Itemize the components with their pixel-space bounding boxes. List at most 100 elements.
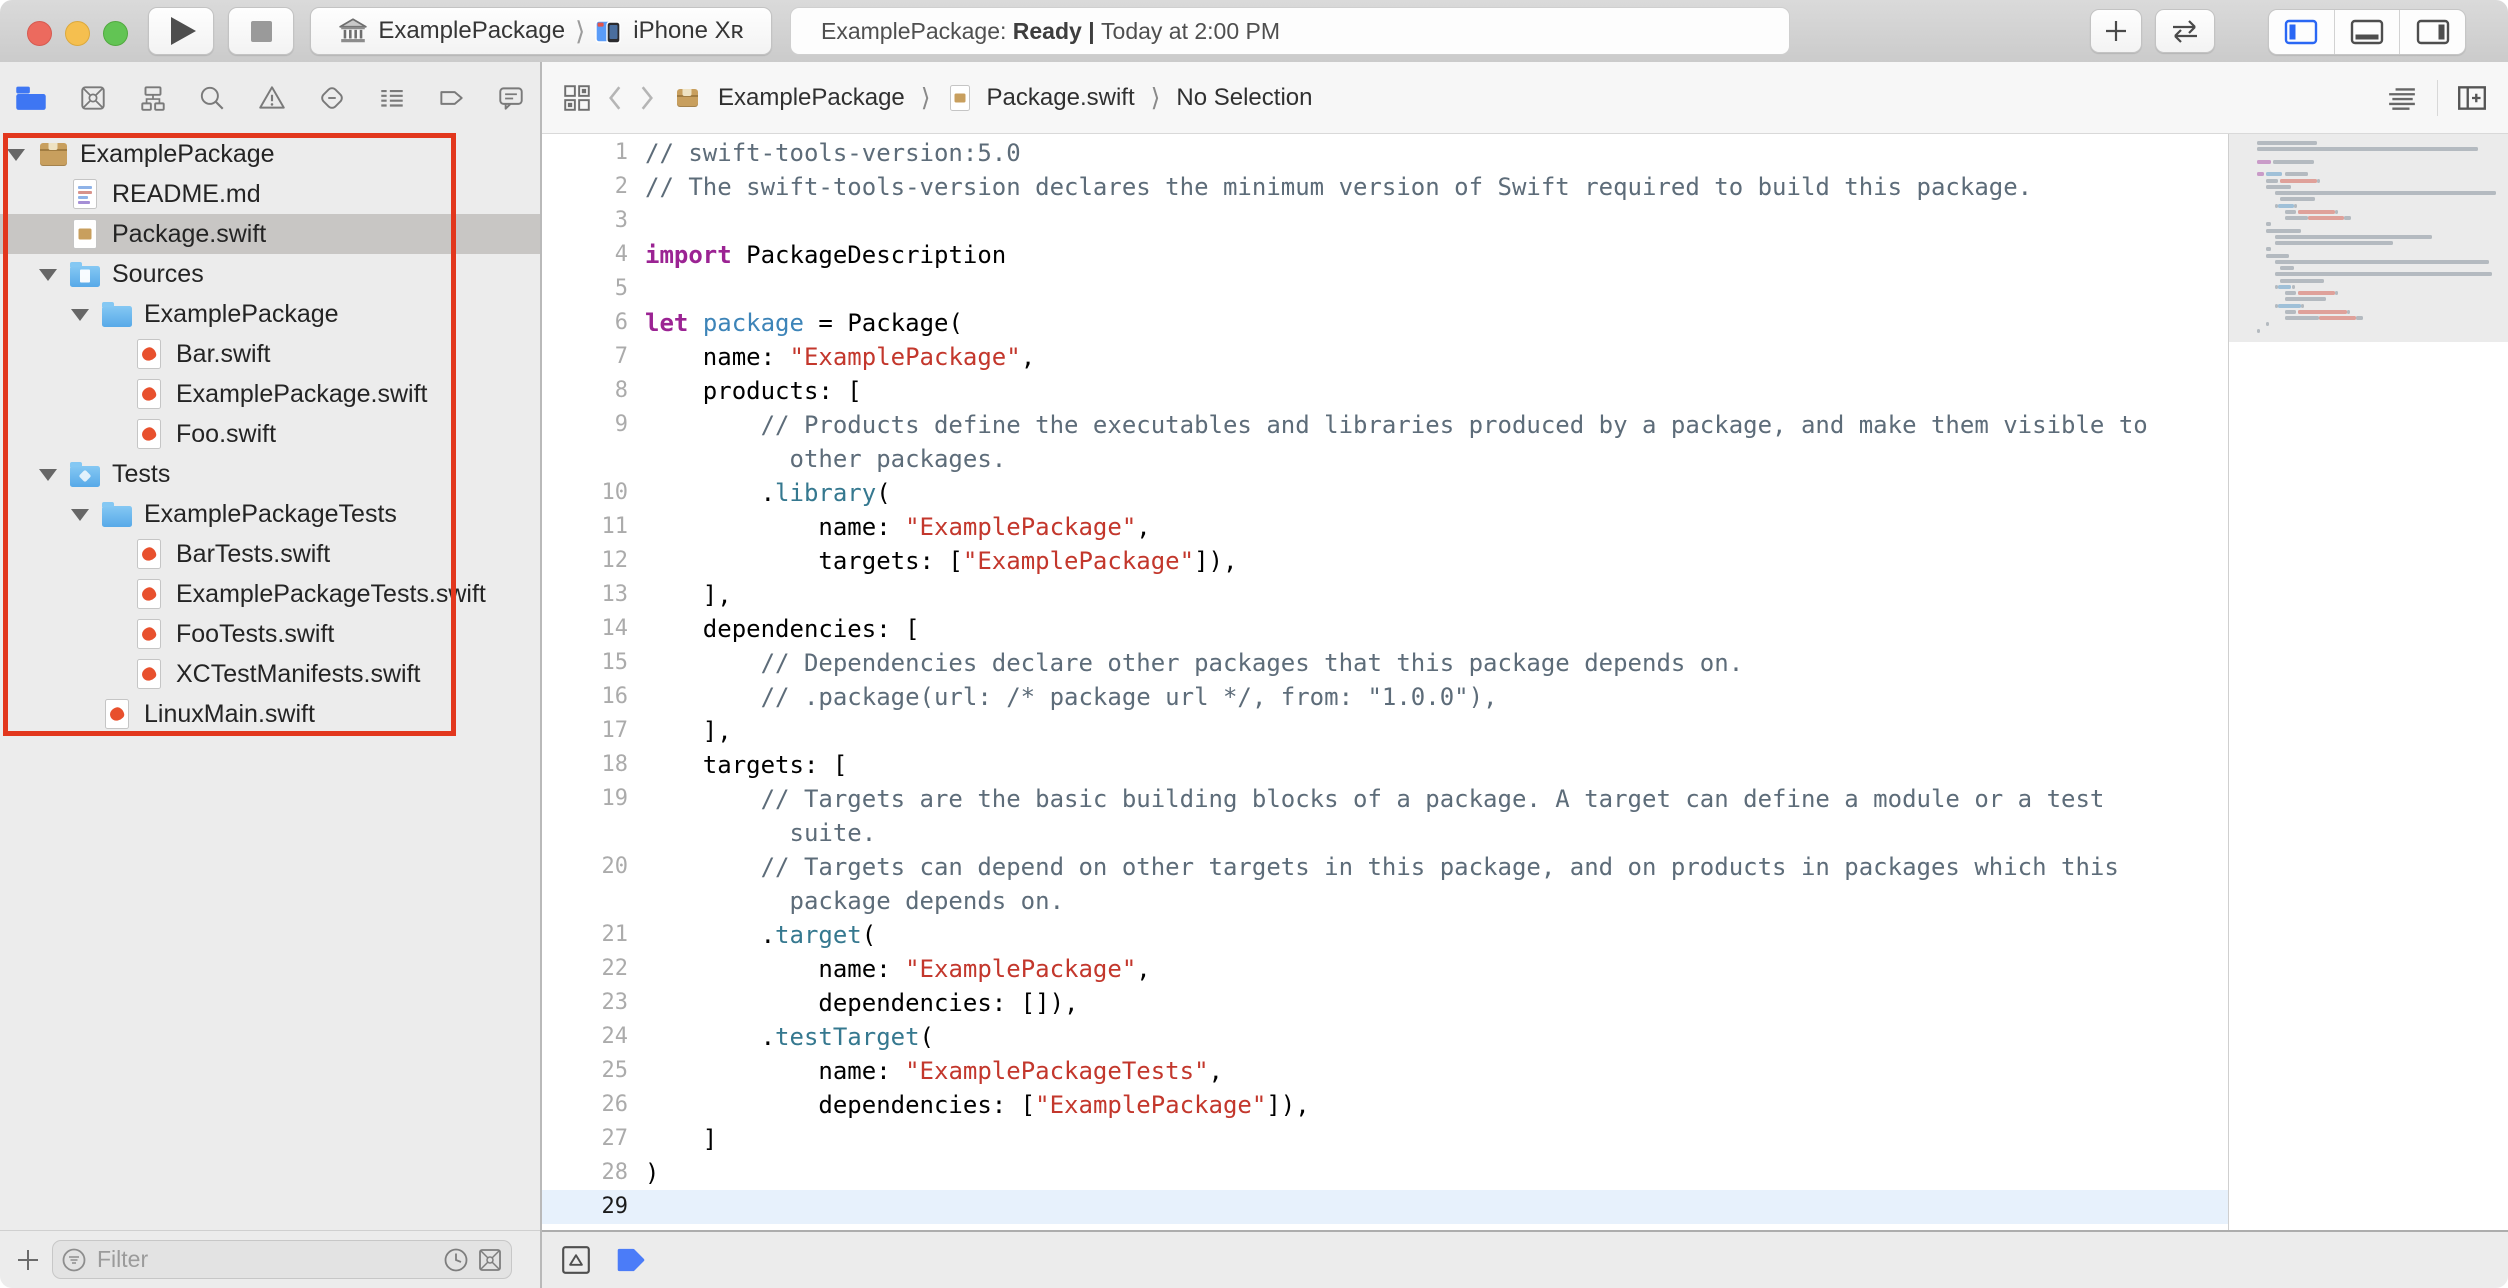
code-line[interactable]: package depends on. xyxy=(542,884,2228,918)
breadcrumb-file[interactable]: Package.swift xyxy=(987,84,1135,112)
tree-row[interactable]: ExamplePackage.swift xyxy=(0,374,540,414)
stop-button[interactable] xyxy=(228,7,294,55)
line-number[interactable]: 1 xyxy=(542,136,628,170)
code-line[interactable]: 21 .target( xyxy=(542,918,2228,952)
line-number[interactable]: 8 xyxy=(542,374,628,408)
disclosure-triangle[interactable] xyxy=(71,309,89,321)
line-number[interactable]: 21 xyxy=(542,918,628,952)
code-line[interactable]: 10 .library( xyxy=(542,476,2228,510)
tree-row[interactable]: ExamplePackageTests.swift xyxy=(0,574,540,614)
breadcrumb-selection[interactable]: No Selection xyxy=(1176,84,1312,112)
line-number[interactable]: 27 xyxy=(542,1122,628,1156)
test-navigator-tab[interactable] xyxy=(317,83,347,113)
code-line[interactable]: 4import PackageDescription xyxy=(542,238,2228,272)
line-number[interactable]: 10 xyxy=(542,476,628,510)
code-line[interactable]: 9 // Products define the executables and… xyxy=(542,408,2228,442)
line-number[interactable]: 5 xyxy=(542,272,628,306)
breadcrumb-project[interactable]: ExamplePackage xyxy=(718,84,905,112)
disclosure-triangle[interactable] xyxy=(71,509,89,521)
go-back-button[interactable] xyxy=(606,84,624,112)
line-number[interactable]: 18 xyxy=(542,748,628,782)
tree-row[interactable]: Sources xyxy=(0,254,540,294)
minimize-window-button[interactable] xyxy=(65,21,90,46)
code-line[interactable]: 11 name: "ExamplePackage", xyxy=(542,510,2228,544)
adjust-editor-options-button[interactable] xyxy=(2385,83,2419,113)
code-line[interactable]: 13 ], xyxy=(542,578,2228,612)
code-line[interactable]: 24 .testTarget( xyxy=(542,1020,2228,1054)
code-line[interactable]: 17 ], xyxy=(542,714,2228,748)
tree-row[interactable]: XCTestManifests.swift xyxy=(0,654,540,694)
line-number[interactable]: 9 xyxy=(542,408,628,442)
tree-row[interactable]: LinuxMain.swift xyxy=(0,694,540,734)
line-number[interactable]: 14 xyxy=(542,612,628,646)
code-line[interactable]: 27 ] xyxy=(542,1122,2228,1156)
code-line[interactable]: 28) xyxy=(542,1156,2228,1190)
code-line[interactable]: 14 dependencies: [ xyxy=(542,612,2228,646)
tree-row[interactable]: Tests xyxy=(0,454,540,494)
line-number[interactable]: 7 xyxy=(542,340,628,374)
code-line[interactable]: 3 xyxy=(542,204,2228,238)
issue-navigator-tab[interactable] xyxy=(257,83,287,113)
line-number[interactable]: 28 xyxy=(542,1156,628,1190)
code-line[interactable]: 23 dependencies: []), xyxy=(542,986,2228,1020)
tree-row[interactable]: ExamplePackageTests xyxy=(0,494,540,534)
disclosure-triangle[interactable] xyxy=(39,469,57,481)
code-line[interactable]: 20 // Targets can depend on other target… xyxy=(542,850,2228,884)
line-number[interactable]: 17 xyxy=(542,714,628,748)
minimap[interactable] xyxy=(2229,134,2508,1230)
line-number[interactable]: 20 xyxy=(542,850,628,884)
line-number[interactable]: 16 xyxy=(542,680,628,714)
code-line[interactable]: 18 targets: [ xyxy=(542,748,2228,782)
line-number[interactable]: 26 xyxy=(542,1088,628,1122)
code-line[interactable]: 12 targets: ["ExamplePackage"]), xyxy=(542,544,2228,578)
line-number[interactable]: 3 xyxy=(542,204,628,238)
recent-files-clock-icon[interactable] xyxy=(443,1247,469,1273)
report-navigator-tab[interactable] xyxy=(496,83,526,113)
code-line[interactable]: 29 xyxy=(542,1190,2228,1224)
code-line[interactable]: 6let package = Package( xyxy=(542,306,2228,340)
close-window-button[interactable] xyxy=(27,21,52,46)
code-line[interactable]: 2// The swift-tools-version declares the… xyxy=(542,170,2228,204)
filter-field[interactable] xyxy=(52,1240,512,1279)
disclosure-triangle[interactable] xyxy=(39,269,57,281)
breakpoints-toggle-button[interactable] xyxy=(614,1245,648,1275)
code-line[interactable]: 5 xyxy=(542,272,2228,306)
tree-row[interactable]: README.md xyxy=(0,174,540,214)
run-button[interactable] xyxy=(148,7,214,55)
line-number[interactable]: 15 xyxy=(542,646,628,680)
tree-row[interactable]: ExamplePackage xyxy=(0,134,540,174)
filter-input[interactable] xyxy=(95,1245,435,1274)
code-line[interactable]: 25 name: "ExamplePackageTests", xyxy=(542,1054,2228,1088)
line-number[interactable]: 2 xyxy=(542,170,628,204)
code-line[interactable]: 7 name: "ExamplePackage", xyxy=(542,340,2228,374)
toggle-inspector-panel-button[interactable] xyxy=(2399,10,2465,54)
line-number[interactable]: 25 xyxy=(542,1054,628,1088)
source-editor[interactable]: 1// swift-tools-version:5.02// The swift… xyxy=(542,134,2228,1230)
line-number[interactable]: 19 xyxy=(542,782,628,816)
scheme-selector[interactable]: ExamplePackage ⟩ iPhone Xʀ xyxy=(310,7,772,55)
line-number[interactable]: 12 xyxy=(542,544,628,578)
code-line[interactable]: 19 // Targets are the basic building blo… xyxy=(542,782,2228,816)
related-items-button[interactable] xyxy=(562,83,592,113)
line-number[interactable]: 22 xyxy=(542,952,628,986)
tree-row[interactable]: FooTests.swift xyxy=(0,614,540,654)
find-navigator-tab[interactable] xyxy=(197,83,227,113)
code-line[interactable]: 22 name: "ExamplePackage", xyxy=(542,952,2228,986)
add-editor-button[interactable] xyxy=(2456,83,2488,113)
line-number[interactable]: 29 xyxy=(542,1190,628,1224)
tree-row[interactable]: Foo.swift xyxy=(0,414,540,454)
line-number[interactable]: 23 xyxy=(542,986,628,1020)
line-number[interactable]: 4 xyxy=(542,238,628,272)
zoom-window-button[interactable] xyxy=(103,21,128,46)
disclosure-triangle[interactable] xyxy=(7,149,25,161)
code-line[interactable]: other packages. xyxy=(542,442,2228,476)
add-file-button[interactable] xyxy=(14,1246,42,1274)
tree-row[interactable]: BarTests.swift xyxy=(0,534,540,574)
add-library-button[interactable] xyxy=(2090,9,2142,53)
line-number[interactable]: 13 xyxy=(542,578,628,612)
source-control-status-icon[interactable] xyxy=(477,1247,503,1273)
line-number[interactable]: 11 xyxy=(542,510,628,544)
project-navigator-tab[interactable] xyxy=(14,83,48,113)
line-number[interactable]: 6 xyxy=(542,306,628,340)
code-line[interactable]: 8 products: [ xyxy=(542,374,2228,408)
